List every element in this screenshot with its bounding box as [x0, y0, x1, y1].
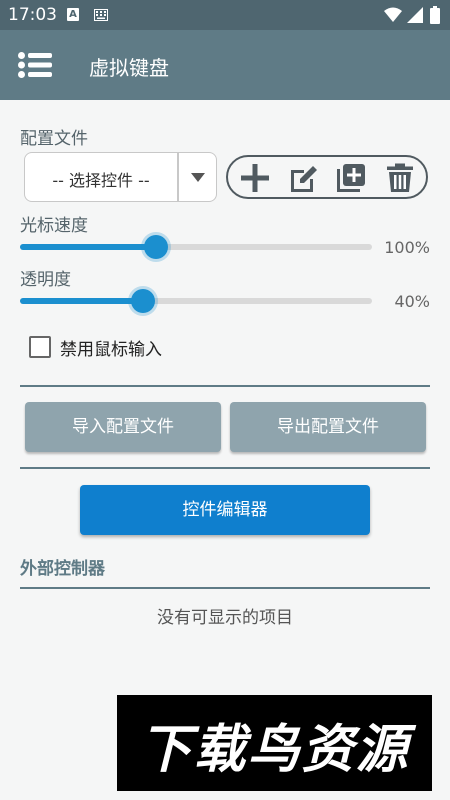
page-title: 虚拟键盘: [89, 56, 169, 80]
import-config-button[interactable]: 导入配置文件: [25, 402, 221, 452]
app-bar: 虚拟键盘: [0, 30, 450, 100]
config-toolbar: [226, 155, 428, 199]
add-icon[interactable]: [240, 163, 270, 193]
dropdown-arrow-icon[interactable]: [191, 173, 205, 182]
cellular-signal-icon: [407, 7, 423, 23]
spinner-divider: [177, 153, 179, 201]
control-editor-button[interactable]: 控件编辑器: [80, 485, 370, 535]
cursor-speed-label: 光标速度: [20, 216, 88, 236]
watermark-text: 下载鸟资源: [139, 720, 410, 780]
battery-icon: [430, 6, 440, 24]
trash-icon[interactable]: [385, 163, 415, 193]
wifi-icon: [384, 7, 402, 22]
opacity-fill: [20, 298, 144, 304]
cursor-speed-thumb[interactable]: [143, 235, 168, 259]
empty-list-text: 没有可显示的项目: [157, 608, 293, 628]
status-time: 17:03: [8, 5, 57, 25]
watermark-overlay: 下载鸟资源: [117, 695, 432, 791]
status-bar: 17:03 A: [0, 0, 450, 30]
divider-bottom: [20, 587, 430, 589]
config-spinner[interactable]: -- 选择控件 --: [24, 152, 217, 202]
opacity-slider[interactable]: [20, 289, 372, 313]
config-spinner-value: -- 选择控件 --: [52, 171, 150, 190]
config-file-label: 配置文件: [20, 129, 88, 149]
opacity-label: 透明度: [20, 270, 71, 290]
divider-middle: [20, 467, 430, 469]
divider-top: [20, 385, 430, 387]
disable-mouse-checkbox[interactable]: [29, 336, 51, 358]
duplicate-icon[interactable]: [336, 163, 366, 193]
external-controllers-header: 外部控制器: [20, 559, 105, 579]
opacity-value: 40%: [394, 292, 430, 311]
cursor-speed-slider[interactable]: [20, 235, 372, 259]
menu-list-icon[interactable]: [18, 52, 52, 78]
notification-a-icon: A: [67, 8, 79, 21]
keyboard-icon: [94, 9, 108, 21]
edit-icon[interactable]: [288, 163, 318, 193]
cursor-speed-value: 100%: [384, 238, 430, 257]
opacity-thumb[interactable]: [131, 289, 156, 313]
cursor-speed-fill: [20, 244, 156, 250]
export-config-button[interactable]: 导出配置文件: [230, 402, 426, 452]
disable-mouse-label[interactable]: 禁用鼠标输入: [60, 335, 162, 360]
